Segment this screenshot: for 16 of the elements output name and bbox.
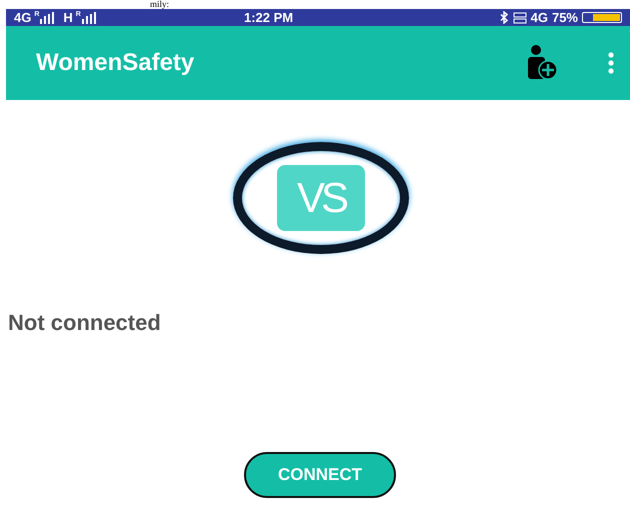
battery-percent: 75% — [552, 10, 578, 25]
connection-status: Not connected — [7, 309, 162, 336]
network-label: 4G — [14, 10, 32, 25]
signal-icon — [40, 12, 54, 24]
network-label: H — [63, 10, 73, 25]
clock: 1:22 PM — [244, 10, 294, 25]
signal-icon — [82, 12, 96, 24]
caption-fragment: mily: — [149, 0, 170, 9]
app-logo: VS — [277, 165, 365, 231]
bluetooth-icon — [500, 11, 509, 24]
add-person-icon[interactable] — [526, 45, 558, 81]
network-label: 4G — [530, 10, 548, 25]
connect-button[interactable]: CONNECT — [244, 452, 396, 498]
battery-icon — [582, 12, 622, 23]
app-title: WomenSafety — [36, 49, 196, 77]
volte-icon — [512, 12, 527, 24]
